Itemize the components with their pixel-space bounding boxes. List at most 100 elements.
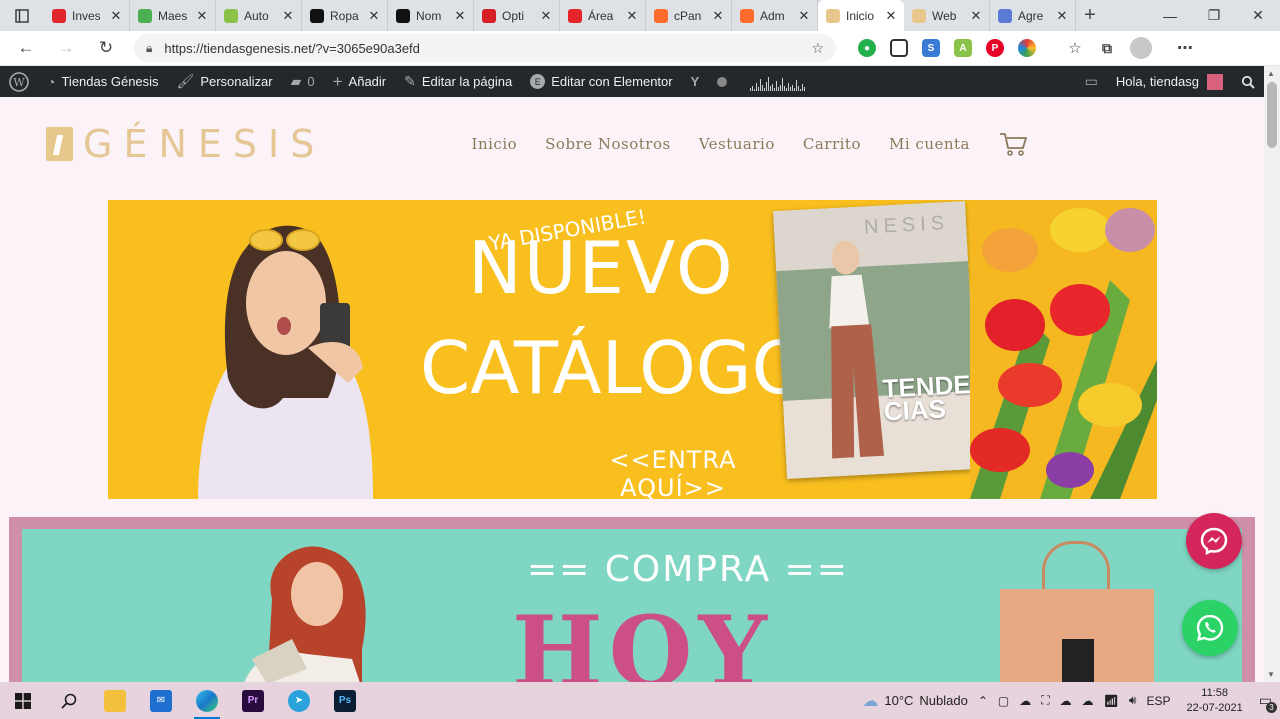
mail-icon: ✉ [150,689,172,712]
back-button[interactable]: ← [6,38,46,58]
query-monitor-graph-icon[interactable] [750,73,806,91]
maximize-button[interactable]: ❐ [1192,0,1236,31]
browser-tab[interactable]: Web ✕ [904,0,990,31]
extension-color-icon[interactable] [1018,39,1036,57]
pinterest-icon[interactable]: P [986,39,1004,57]
tray-cloud-icon[interactable]: ☁ [1019,694,1031,708]
customize-link[interactable]: 🖌︎ Personalizar [168,66,282,97]
onedrive-icon[interactable]: ☁ [1060,694,1072,708]
wordpress-logo-icon[interactable]: W [0,66,38,97]
tab-close-icon[interactable]: ✕ [711,8,725,24]
enter-here-cta[interactable]: <<ENTRA AQUÍ>> [558,446,788,499]
minimize-button[interactable]: — [1148,0,1192,31]
scroll-up-arrow-icon[interactable]: ▲ [1267,69,1275,78]
tab-close-icon[interactable]: ✕ [1055,8,1069,24]
weather-widget[interactable]: ☁ 10°C Nublado [862,691,967,711]
tab-close-icon[interactable]: ✕ [884,8,898,24]
weather-text: Nublado [919,693,968,708]
reload-button[interactable]: ↻ [86,38,126,58]
tab-close-icon[interactable]: ✕ [797,8,811,24]
tray-camera-icon[interactable]: ⛶ [1041,693,1049,708]
site-favicon-icon [912,8,926,23]
profile-avatar-icon[interactable] [1130,37,1152,59]
browser-tab[interactable]: Ropa ✕ [302,0,388,31]
tab-close-icon[interactable]: ✕ [281,8,295,24]
address-bar[interactable]: 🔒︎ https://tiendasgenesis.net/?v=3065e90… [134,34,836,62]
mail-button[interactable]: ✉ [138,682,184,719]
taskbar-search-button[interactable] [46,682,92,719]
browser-tab[interactable]: Maes ✕ [130,0,216,31]
status-dot-icon[interactable] [708,66,736,97]
premiere-button[interactable]: Pr [230,682,276,719]
browser-tab[interactable]: Auto ✕ [216,0,302,31]
extension-android-icon[interactable]: A [954,39,972,57]
tab-close-icon[interactable]: ✕ [969,8,983,24]
browser-tab[interactable]: Área ✕ [560,0,646,31]
scroll-down-arrow-icon[interactable]: ▼ [1267,670,1275,679]
notifications-icon[interactable]: ▭ [1076,66,1107,97]
browser-tab[interactable]: Agre ✕ [990,0,1076,31]
edit-page-link[interactable]: ✎ Editar la página [395,66,521,97]
volume-icon[interactable]: 🔊︎ [1129,693,1137,708]
tab-close-icon[interactable]: ✕ [195,8,209,24]
admin-search-icon[interactable] [1232,66,1264,97]
collections-icon[interactable]: ⧉ [1098,39,1116,57]
onedrive-alt-icon[interactable]: ☁ [1082,694,1094,708]
page-scrollbar[interactable]: ▲ ▼ [1264,66,1280,682]
browser-tab[interactable]: Opti ✕ [474,0,560,31]
logo-mark-icon [46,127,73,161]
menu-item-sobre-nosotros[interactable]: Sobre Nosotros [545,135,671,153]
tab-close-icon[interactable]: ✕ [453,8,467,24]
yoast-icon[interactable]: Y [682,66,709,97]
browser-tab[interactable]: Inves ✕ [44,0,130,31]
language-indicator[interactable]: ESP [1146,694,1170,708]
new-tab-button[interactable]: + [1076,4,1104,27]
favorites-icon[interactable]: ☆ [1066,39,1084,57]
browser-tab[interactable]: cPan ✕ [646,0,732,31]
browser-tab[interactable]: Inicio ✕ [818,0,904,31]
tab-close-icon[interactable]: ✕ [539,8,553,24]
url-text[interactable]: https://tiendasgenesis.net/?v=3065e90a3e… [164,41,811,56]
extension-window-icon[interactable] [890,39,908,57]
catalog-banner[interactable]: YA DISPONIBLE! NUEVO CATÁLOGO!! <<ENTRA … [108,200,1157,499]
tab-close-icon[interactable]: ✕ [109,8,123,24]
tab-actions-button[interactable] [0,0,44,31]
menu-item-inicio[interactable]: Inicio [472,135,518,153]
scrollbar-thumb[interactable] [1267,82,1277,148]
extension-s-icon[interactable]: S [922,39,940,57]
more-menu-icon[interactable]: ⋯ [1176,39,1194,57]
tray-app-icon[interactable]: ▢ [998,694,1009,708]
notification-center-icon[interactable]: ▭ 3 [1259,692,1277,713]
extension-green-icon[interactable]: ● [858,39,876,57]
whatsapp-button[interactable] [1182,600,1238,656]
account-menu[interactable]: Hola, tiendasg [1107,66,1232,97]
tab-close-icon[interactable]: ✕ [367,8,381,24]
file-explorer-button[interactable] [92,682,138,719]
start-button[interactable] [0,682,46,719]
video-play-icon [52,8,66,23]
site-name-link[interactable]: ◔ Tiendas Génesis [38,66,168,97]
browser-tab[interactable]: Adm ✕ [732,0,818,31]
wifi-icon[interactable]: 📶︎ [1104,694,1119,708]
menu-item-mi-cuenta[interactable]: Mi cuenta [889,135,970,153]
messenger-button[interactable] [1186,513,1242,569]
hoy-text: HOY [512,595,773,682]
buy-today-banner[interactable]: == COMPRA == HOY [9,517,1255,682]
forward-button[interactable]: → [46,38,86,58]
tab-close-icon[interactable]: ✕ [625,8,639,24]
close-window-button[interactable]: ✕ [1236,0,1280,31]
browser-tab[interactable]: Nom ✕ [388,0,474,31]
chevron-up-icon[interactable]: ⌃ [978,694,988,708]
cart-icon[interactable] [998,130,1028,158]
telegram-button[interactable]: ➤ [276,682,322,719]
add-new-link[interactable]: + Añadir [324,66,396,97]
edge-button[interactable] [184,682,230,719]
edit-elementor-link[interactable]: E Editar con Elementor [521,66,681,97]
clock[interactable]: 11:58 22-07-2021 [1186,686,1242,716]
menu-item-carrito[interactable]: Carrito [803,135,861,153]
photoshop-button[interactable]: Ps [322,682,368,719]
favorite-star-icon[interactable]: ☆ [811,40,824,57]
menu-item-vestuario[interactable]: Vestuario [699,135,775,153]
comments-link[interactable]: ▰ 0 [282,66,324,97]
site-logo[interactable]: GÉNESIS [46,122,325,166]
